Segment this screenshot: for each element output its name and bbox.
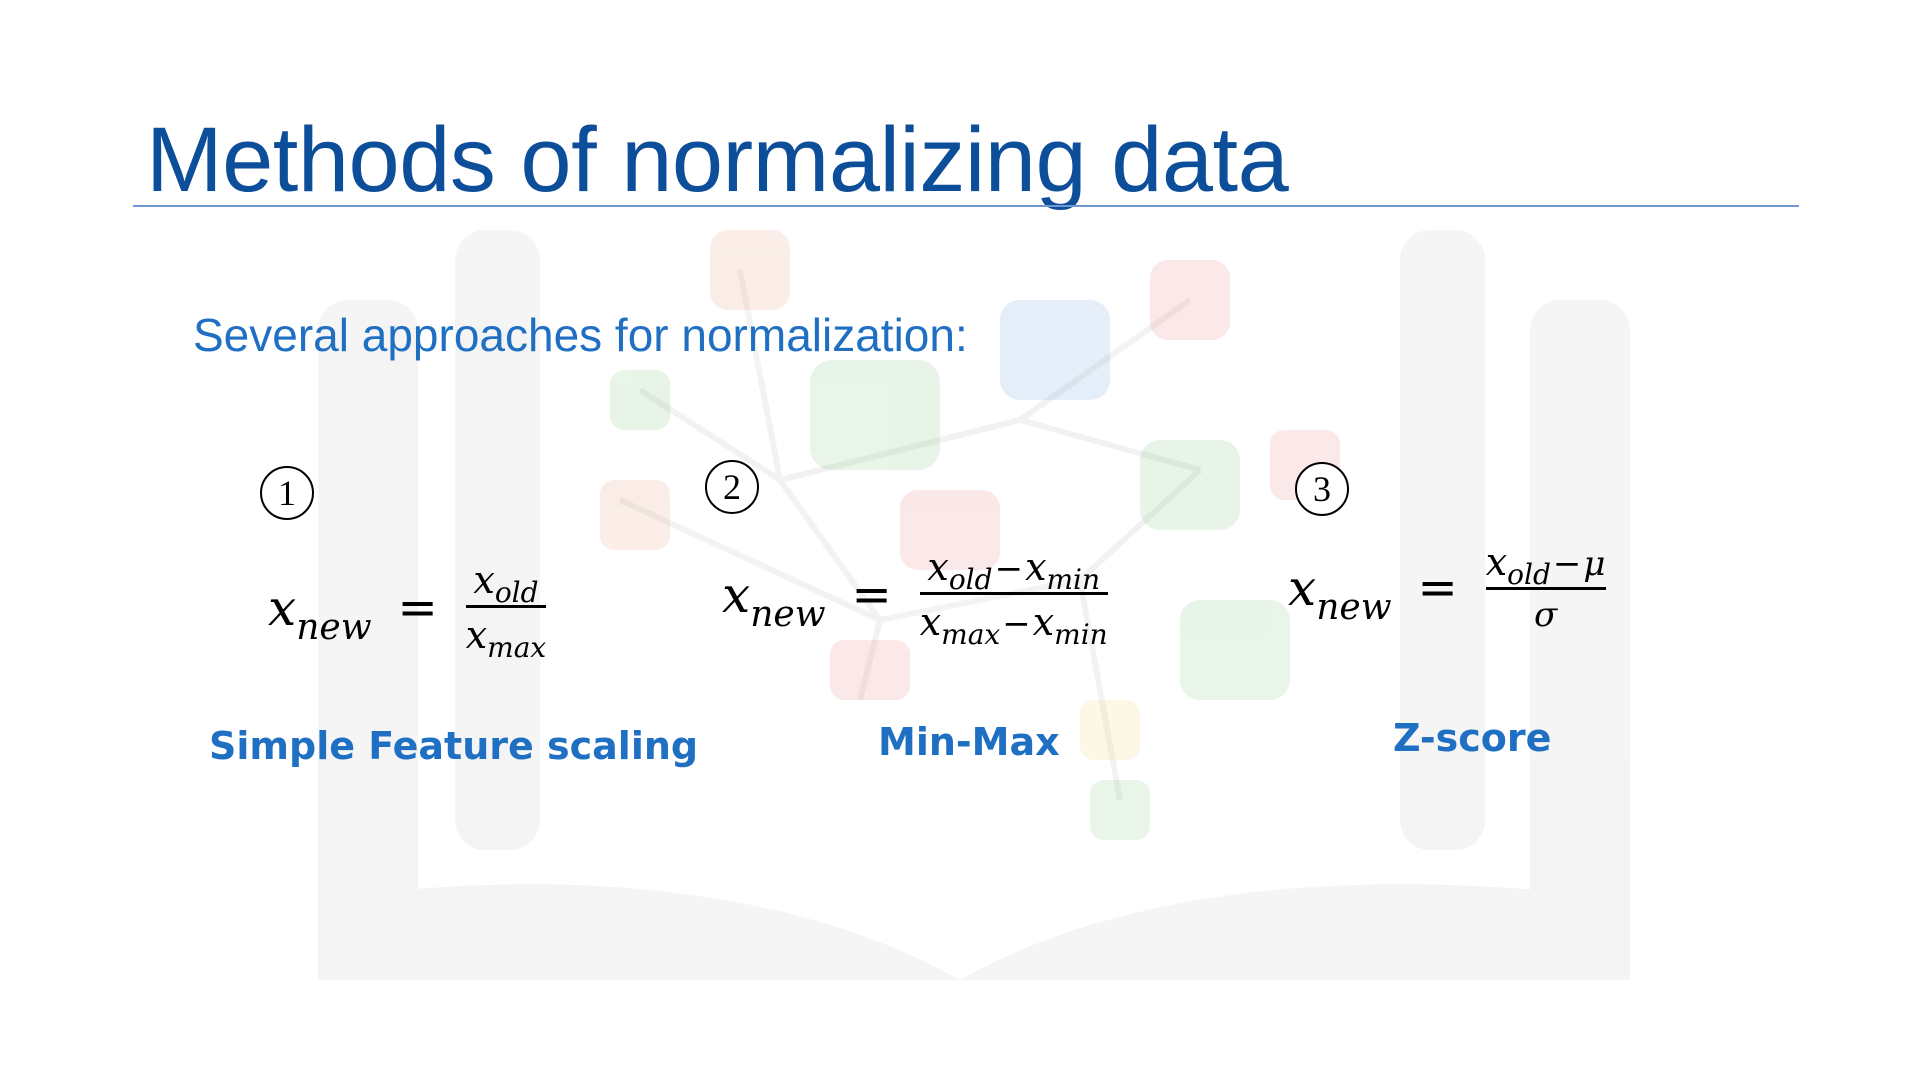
formula-lhs: x new: [722, 565, 826, 635]
slide: Methods of normalizing data Several appr…: [0, 0, 1920, 1080]
fraction: x old x max: [465, 558, 547, 664]
method-number-badge: 1: [260, 466, 314, 520]
numerator-variable: x: [1485, 540, 1508, 584]
method-label-simple-feature-scaling: Simple Feature scaling: [209, 724, 699, 768]
slide-subtitle: Several approaches for normalization:: [193, 309, 968, 361]
numerator-subscript: min: [1046, 563, 1101, 596]
denominator-subscript: max: [487, 631, 547, 664]
denominator-variable: x: [919, 600, 942, 644]
lhs-variable: x: [1288, 558, 1317, 617]
denominator: x max − x min: [919, 600, 1108, 651]
denominator-subscript: max: [941, 618, 1001, 651]
numerator: x old: [473, 558, 538, 609]
title-divider: [133, 205, 1799, 207]
numerator-variable: x: [1025, 545, 1047, 589]
formula-min-max: x new = x old − x min x max − x min: [722, 545, 1108, 651]
formula-lhs: x new: [1288, 558, 1392, 628]
numerator: x old − x min: [927, 545, 1100, 596]
method-label-z-score: Z-score: [1393, 716, 1552, 760]
numerator: x old − μ: [1485, 540, 1606, 591]
denominator: σ: [1534, 595, 1557, 635]
lhs-subscript: new: [1316, 586, 1392, 628]
formula-z-score: x new = x old − μ σ: [1288, 540, 1606, 635]
numerator-variable: x: [473, 558, 495, 602]
method-label-min-max: Min-Max: [878, 720, 1060, 764]
lhs-variable: x: [268, 578, 297, 637]
lhs-subscript: new: [296, 606, 372, 648]
mu-symbol: μ: [1583, 544, 1606, 584]
formula-simple-feature-scaling: x new = x old x max: [268, 558, 547, 664]
minus-sign: −: [994, 549, 1024, 589]
sigma-symbol: σ: [1534, 595, 1558, 635]
method-number: 2: [723, 467, 741, 507]
lhs-variable: x: [722, 565, 751, 624]
minus-sign: −: [1002, 604, 1031, 644]
slide-title: Methods of normalizing data: [146, 109, 1289, 211]
equals-sign: =: [397, 579, 438, 636]
denominator-subscript: min: [1054, 618, 1108, 651]
method-number: 3: [1313, 469, 1331, 509]
equals-sign: =: [851, 566, 892, 623]
lhs-subscript: new: [750, 593, 826, 635]
numerator-variable: x: [927, 545, 949, 589]
denominator: x max: [465, 613, 546, 664]
formula-lhs: x new: [268, 578, 372, 648]
equals-sign: =: [1417, 559, 1458, 616]
numerator-subscript: old: [494, 576, 539, 609]
method-number-badge: 3: [1295, 462, 1349, 516]
denominator-variable: x: [1032, 600, 1055, 644]
minus-sign: −: [1552, 544, 1582, 584]
numerator-subscript: old: [1507, 558, 1551, 591]
method-number-badge: 2: [705, 460, 759, 514]
numerator-subscript: old: [948, 563, 993, 596]
denominator-variable: x: [465, 613, 488, 657]
fraction: x old − μ σ: [1485, 540, 1606, 635]
method-number: 1: [278, 473, 296, 513]
fraction: x old − x min x max − x min: [919, 545, 1108, 651]
